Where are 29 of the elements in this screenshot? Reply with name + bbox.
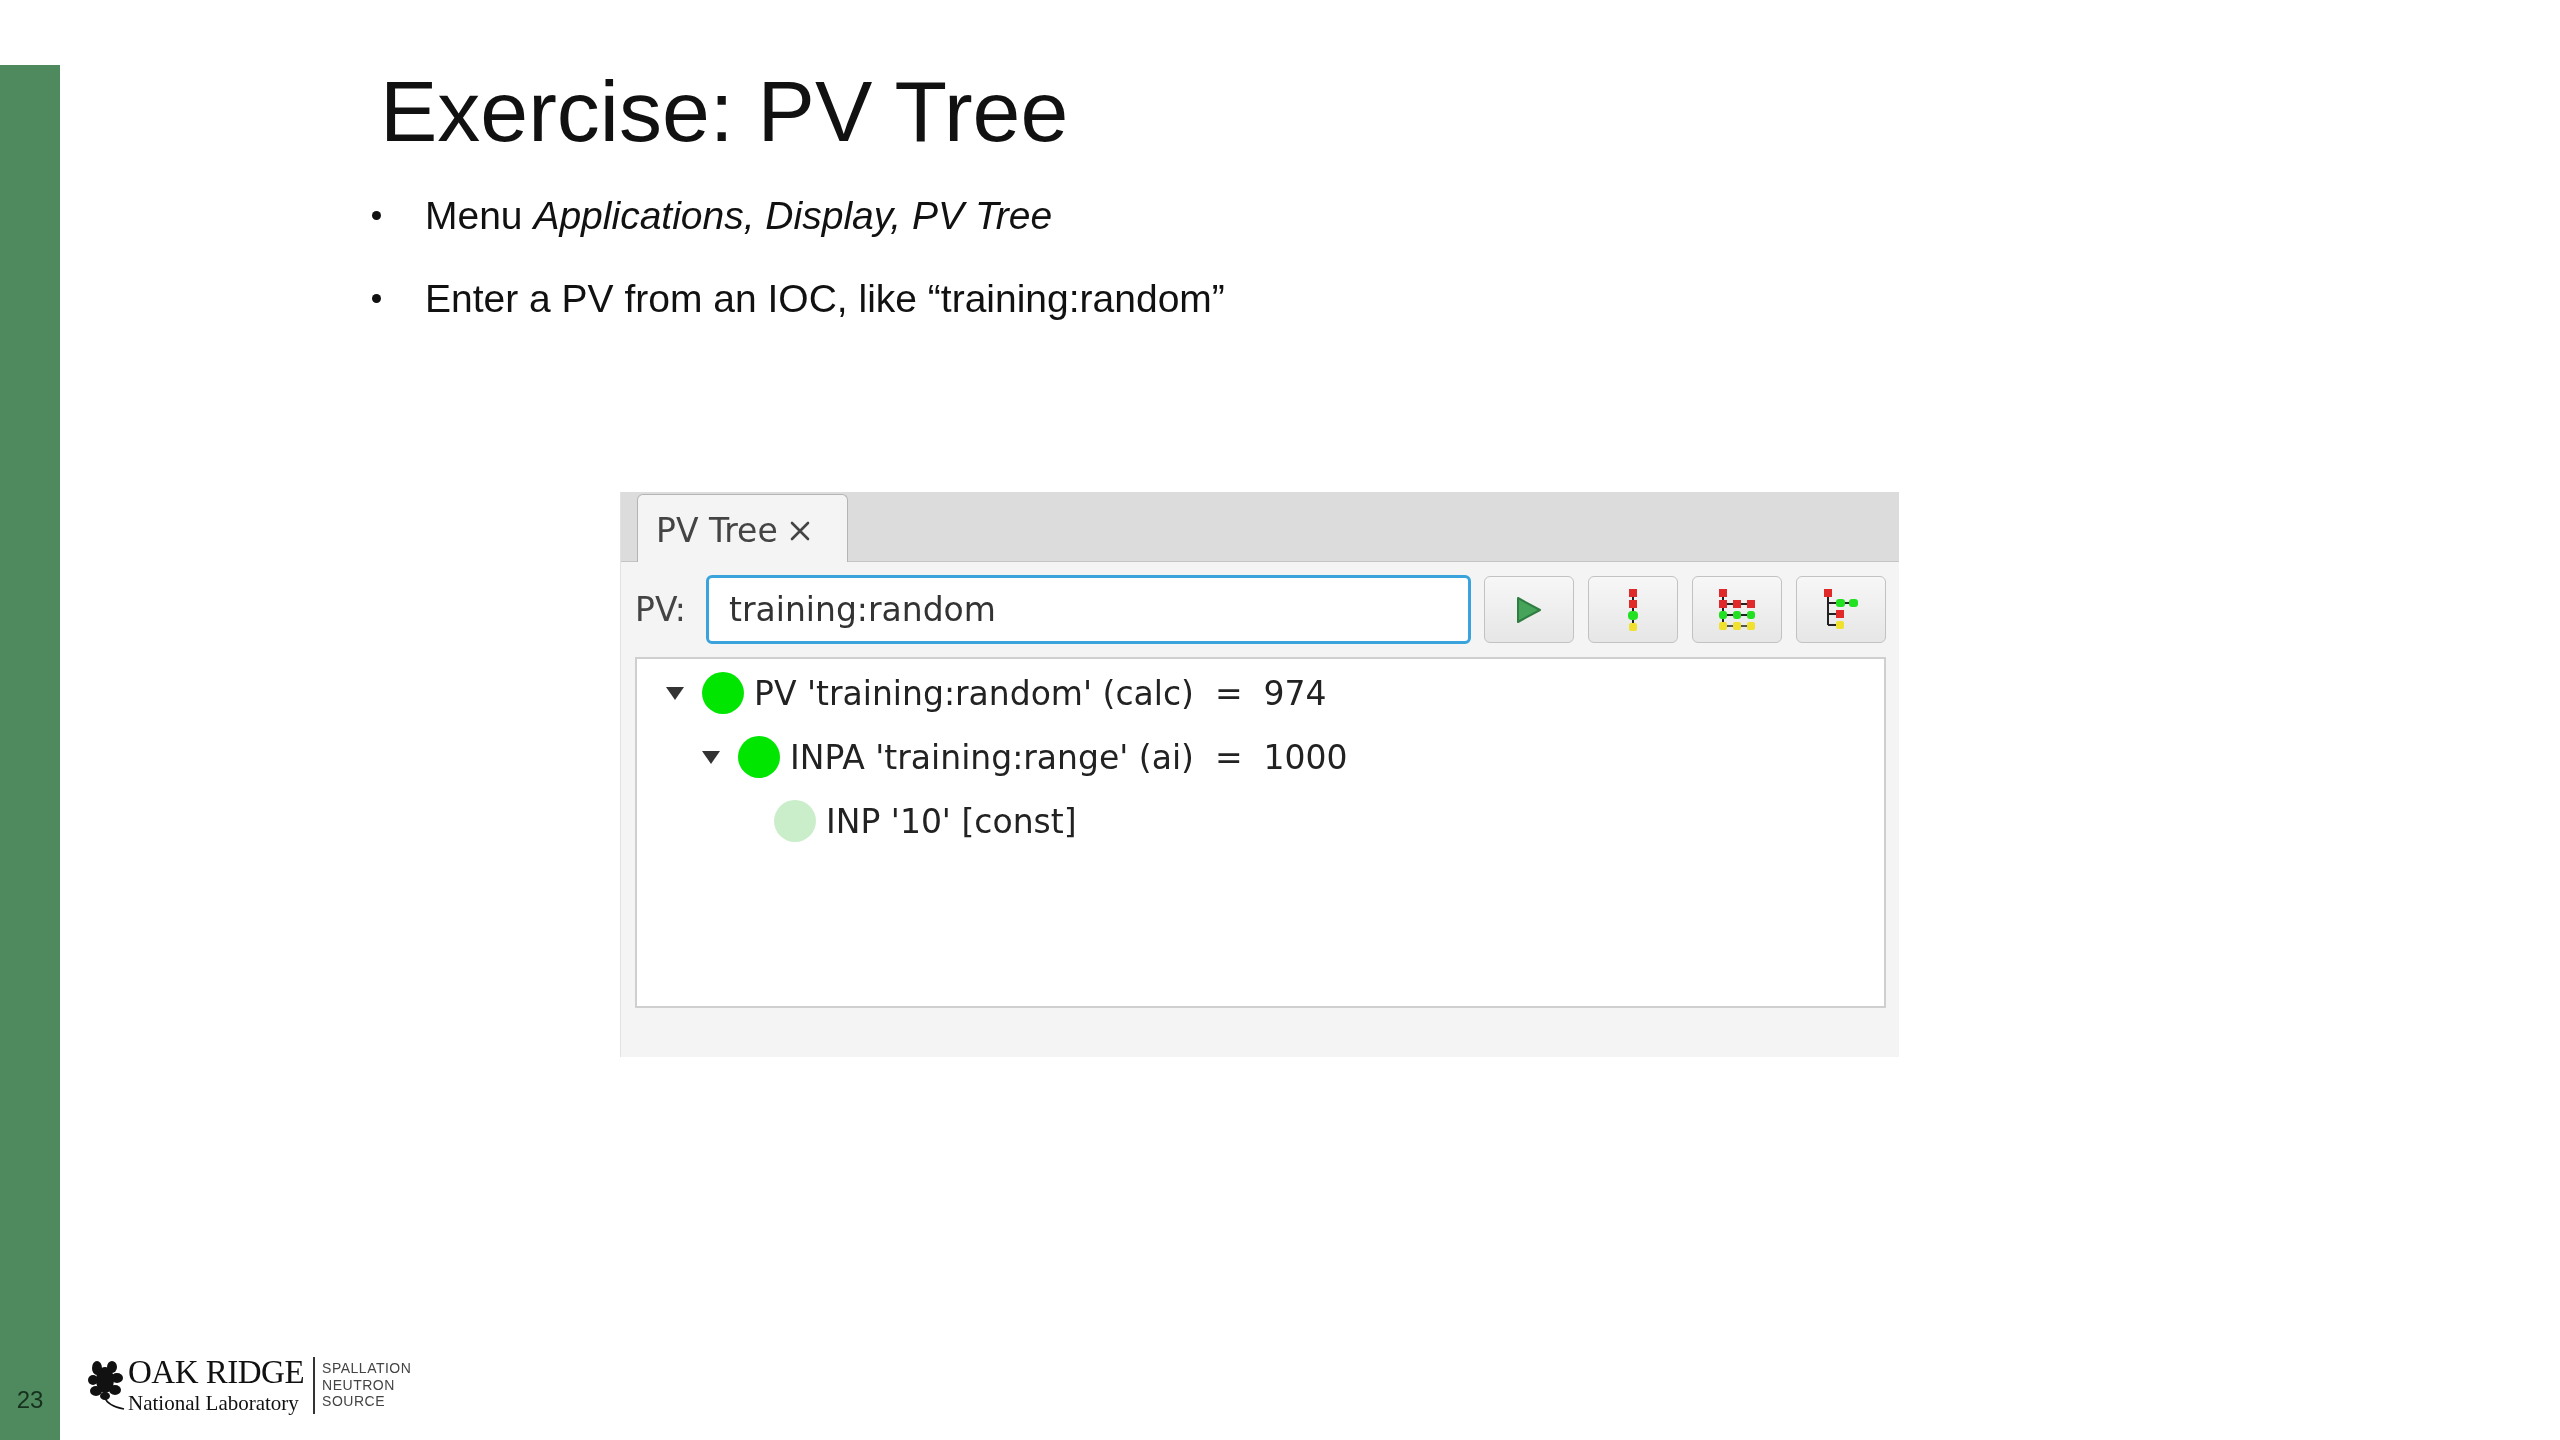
toolbar-button[interactable]	[1692, 576, 1782, 643]
logo-facility-text: SOURCE	[322, 1393, 386, 1410]
node-tree-icon	[1824, 588, 1858, 631]
slide-title: Exercise: PV Tree	[380, 68, 1069, 154]
logo-name: OAK RIDGE	[128, 1356, 305, 1389]
toolbar-button[interactable]	[1588, 576, 1678, 643]
expand-toggle-icon[interactable]	[666, 686, 684, 700]
tree-node-label[interactable]: PV 'training:random' (calc) = 974	[754, 676, 1327, 710]
bullet-text: Enter a PV from an IOC, like “training:random”	[425, 276, 1225, 322]
logo-facility-text: NEUTRON	[322, 1376, 396, 1394]
tree-node-label[interactable]: INP '10' [const]	[826, 804, 1077, 838]
logo-subtitle: National Laboratory	[128, 1393, 299, 1414]
tree-node-label[interactable]: INPA 'training:range' (ai) = 1000	[790, 740, 1348, 774]
pv-label: PV:	[635, 593, 687, 626]
logo-facility-text: SPALLATION	[322, 1360, 412, 1377]
oak-leaf-icon	[88, 1360, 126, 1410]
tab[interactable]: PV Tree	[637, 494, 848, 562]
expand-toggle-icon[interactable]	[702, 750, 720, 764]
close-icon[interactable]	[789, 520, 810, 541]
node-grid-icon	[1719, 588, 1755, 631]
node-column-icon	[1628, 588, 1638, 631]
bullet-icon	[372, 294, 381, 303]
pv-input-field[interactable]: training:random	[706, 575, 1471, 644]
page-number: 23	[16, 1388, 44, 1412]
bullet-icon	[372, 211, 381, 220]
bullet-text: Menu Applications, Display, PV Tree	[425, 193, 1053, 239]
toolbar-button[interactable]	[1796, 576, 1886, 643]
toolbar-button[interactable]	[1484, 576, 1574, 643]
play-icon	[1516, 595, 1542, 624]
